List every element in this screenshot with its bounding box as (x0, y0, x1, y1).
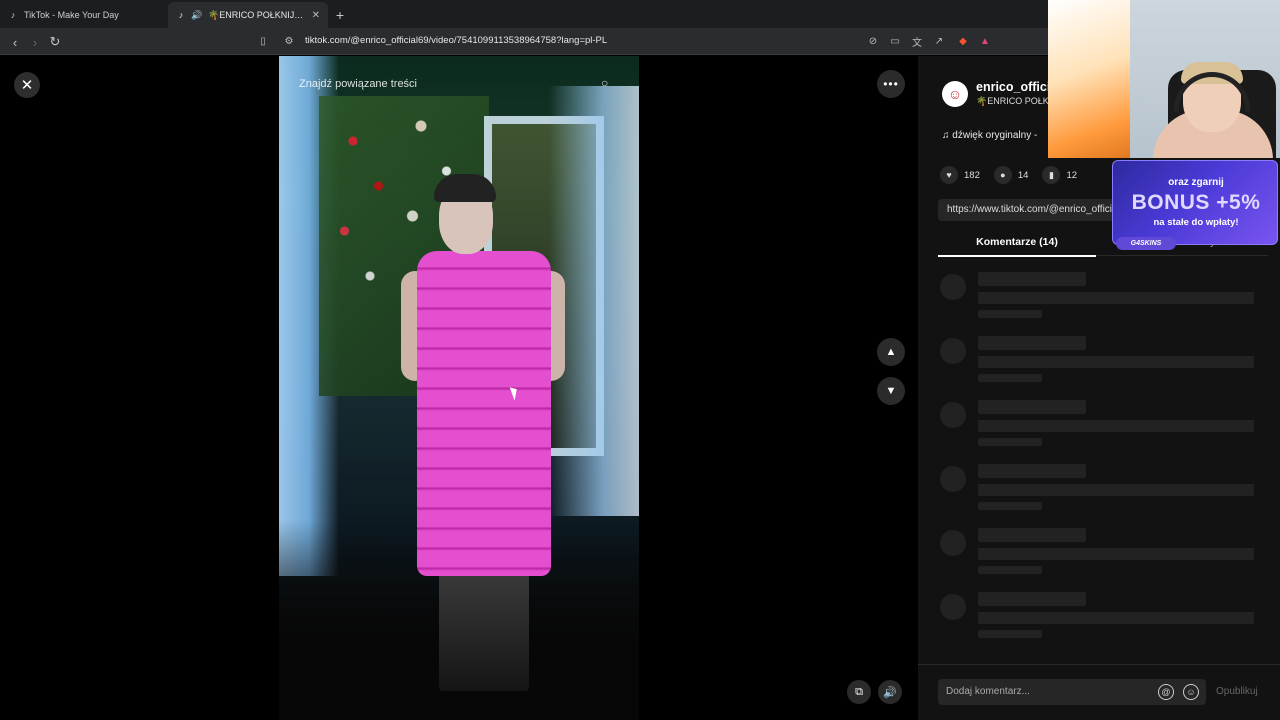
music-note-icon: ♫ (942, 130, 953, 141)
reload-icon[interactable]: ↻ (46, 33, 64, 51)
comment-icon: ● (993, 166, 1012, 184)
author-info[interactable]: ☺ enrico_officia 🌴ENRICO POŁK (942, 80, 1057, 107)
heart-icon: ♥ (940, 166, 958, 184)
promo-bonus: BONUS +5% (1131, 191, 1261, 214)
promo-banner: oraz zgarnij BONUS +5% na stałe do wpłat… (1112, 160, 1278, 250)
publish-button[interactable]: Opublikuj (1216, 686, 1258, 697)
tiktok-icon: ♪ (178, 10, 184, 20)
address-bar[interactable]: ▯ ⚙ tiktok.com/@enrico_official69/video/… (252, 31, 1012, 52)
list-item (938, 526, 1258, 590)
mention-icon[interactable]: @ (1158, 684, 1174, 700)
volume-icon[interactable]: 🔊 (878, 680, 902, 704)
comments-loading-skeleton (938, 270, 1258, 654)
emoji-icon[interactable]: ☺ (1183, 684, 1199, 700)
next-video-button[interactable]: ▼ (877, 377, 905, 405)
related-content-search[interactable]: Znajdź powiązane treści (299, 78, 417, 90)
promo-line3: na stałe do wpłaty! (1153, 217, 1239, 228)
video-player[interactable]: Znajdź powiązane treści ○ (279, 56, 639, 720)
comment-composer: Dodaj komentarz... @ ☺ Opublikuj (918, 664, 1280, 720)
comment-count: 14 (1017, 169, 1029, 181)
no-tracking-icon[interactable]: ⊘ (866, 34, 880, 48)
save-button[interactable]: ▮ 12 (1042, 166, 1077, 184)
bookmark-icon[interactable]: ▯ (256, 34, 270, 48)
back-icon[interactable]: ‹ (6, 33, 24, 51)
webcam-overlay (1048, 0, 1280, 158)
translate-icon[interactable]: 文 (910, 34, 924, 49)
search-icon[interactable]: ○ (601, 76, 617, 92)
video-scene (434, 174, 496, 202)
author-display-name: 🌴ENRICO POŁK (976, 96, 1049, 106)
list-item (938, 462, 1258, 526)
speaker-icon[interactable]: 🔊 (191, 10, 202, 20)
cast-icon[interactable]: ▭ (888, 34, 902, 48)
webcam-scene (1048, 0, 1130, 158)
screen: ♪ TikTok - Make Your Day ♪ 🔊 🌴ENRICO POŁ… (0, 0, 1280, 720)
tiktok-icon: ♪ (10, 10, 16, 20)
video-scene (417, 251, 551, 576)
browser-tab-enrico[interactable]: ♪ 🔊 🌴ENRICO POŁKNIJ🐷 (@en ✕ (168, 2, 328, 28)
tab-comments[interactable]: Komentarze (14) (938, 236, 1096, 257)
brave-rewards-icon[interactable]: ▲ (978, 34, 992, 48)
list-item (938, 590, 1258, 654)
promo-logo: G4SKINS (1116, 237, 1176, 250)
like-button[interactable]: ♥ 182 (940, 166, 980, 184)
close-tab-icon[interactable]: ✕ (312, 10, 320, 21)
video-scene (439, 571, 529, 691)
music-label: dźwięk oryginalny - (952, 130, 1038, 141)
list-item (938, 398, 1258, 462)
tab-title: TikTok - Make Your Day (24, 10, 119, 20)
save-count: 12 (1066, 169, 1078, 181)
new-tab-button[interactable]: + (328, 2, 352, 28)
list-item (938, 334, 1258, 398)
avatar[interactable]: ☺ (942, 80, 968, 107)
brave-shield-icon[interactable]: ◆ (956, 34, 970, 48)
tab-title: 🌴ENRICO POŁKNIJ🐷 (@en (208, 9, 306, 20)
previous-video-button[interactable]: ▲ (877, 338, 905, 366)
site-info-icon[interactable]: ⚙ (282, 34, 296, 48)
forward-icon[interactable]: › (26, 33, 44, 51)
promo-line1: oraz zgarnij (1168, 177, 1224, 188)
music-link[interactable]: ♫ dźwięk oryginalny - (942, 130, 1037, 141)
comment-button[interactable]: ● 14 (993, 166, 1029, 184)
close-video-button[interactable]: ✕ (14, 72, 40, 98)
list-item (938, 270, 1258, 334)
engagement-stats: ♥ 182 ● 14 ▮ 12 (940, 166, 1091, 184)
like-count: 182 (964, 169, 980, 181)
floating-player-icon[interactable]: ⧉ (847, 680, 871, 704)
url-text[interactable]: tiktok.com/@enrico_official69/video/7541… (305, 35, 607, 46)
share-icon[interactable]: ↗ (932, 34, 946, 48)
browser-tab-tiktok-home[interactable]: ♪ TikTok - Make Your Day (0, 2, 168, 28)
author-handle[interactable]: enrico_officia (976, 80, 1057, 94)
more-options-button[interactable]: ••• (877, 70, 905, 98)
bookmark-icon: ▮ (1042, 166, 1061, 184)
